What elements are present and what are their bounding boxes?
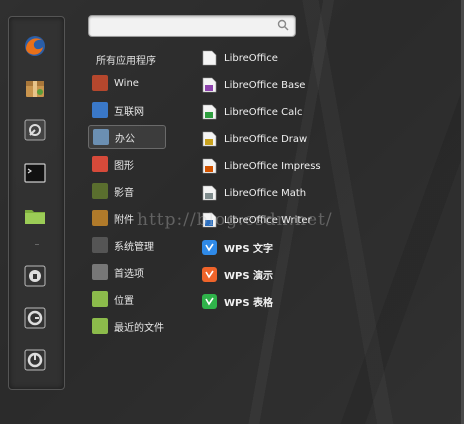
recent-files-icon	[92, 318, 108, 334]
terminal-icon[interactable]	[22, 160, 48, 186]
lock-screen-icon[interactable]	[22, 263, 48, 289]
category-label: 影音	[114, 187, 134, 199]
app-libreoffice-calc[interactable]: LibreOffice Calc	[202, 101, 352, 123]
category-label: 位置	[114, 295, 134, 307]
libreoffice-impress-icon	[202, 158, 217, 174]
favorites-panel	[8, 16, 65, 390]
app-wps-presentation[interactable]: WPS 演示	[202, 263, 352, 285]
category-office[interactable]: 办公	[88, 125, 166, 149]
system-admin-icon	[92, 237, 108, 253]
wps-spreadsheet-icon	[202, 294, 217, 309]
category-system-admin[interactable]: 系统管理	[88, 233, 166, 257]
category-places-folder[interactable]: 位置	[88, 287, 166, 311]
app-wps-writer[interactable]: WPS 文字	[202, 236, 352, 258]
places-folder-icon	[92, 291, 108, 307]
app-label: LibreOffice Impress	[224, 160, 321, 172]
accessories-icon	[92, 210, 108, 226]
app-libreoffice-math[interactable]: LibreOffice Math	[202, 182, 352, 204]
category-label: 首选项	[114, 268, 144, 280]
watermark-text: http://blog.csdn.net/	[137, 210, 333, 230]
app-libreoffice[interactable]: LibreOffice	[202, 47, 352, 69]
libreoffice-icon	[202, 50, 217, 66]
app-label: LibreOffice Base	[224, 79, 306, 91]
system-settings-icon[interactable]	[22, 117, 48, 143]
multimedia-icon	[92, 183, 108, 199]
office-icon	[93, 129, 109, 145]
search-icon	[277, 19, 289, 31]
preferences-icon	[92, 264, 108, 280]
app-label: LibreOffice	[224, 52, 278, 64]
category-label: 系统管理	[114, 241, 154, 253]
category-preferences[interactable]: 首选项	[88, 260, 166, 284]
shutdown-icon[interactable]	[22, 347, 48, 373]
wine-icon	[92, 75, 108, 91]
libreoffice-base-icon	[202, 77, 217, 93]
search-box[interactable]	[88, 15, 296, 37]
category-label: 办公	[115, 133, 135, 145]
software-manager-icon[interactable]	[22, 75, 48, 101]
internet-icon	[92, 102, 108, 118]
wps-presentation-icon	[202, 267, 217, 282]
category-label: 最近的文件	[114, 322, 164, 334]
category-wine[interactable]: Wine	[88, 71, 166, 95]
app-label: WPS 演示	[224, 270, 274, 282]
app-libreoffice-base[interactable]: LibreOffice Base	[202, 74, 352, 96]
app-wps-spreadsheet[interactable]: WPS 表格	[202, 290, 352, 312]
app-label: WPS 表格	[224, 297, 274, 309]
category-internet[interactable]: 互联网	[88, 98, 166, 122]
app-libreoffice-impress[interactable]: LibreOffice Impress	[202, 155, 352, 177]
home-folder-icon[interactable]	[22, 203, 48, 229]
app-label: LibreOffice Calc	[224, 106, 303, 118]
category-recent-files[interactable]: 最近的文件	[88, 314, 166, 338]
favorites-separator	[35, 244, 39, 245]
category-graphics[interactable]: 图形	[88, 152, 166, 176]
logout-icon[interactable]	[22, 305, 48, 331]
libreoffice-draw-icon	[202, 131, 217, 147]
category-label: Wine	[114, 77, 139, 89]
firefox-icon[interactable]	[22, 33, 48, 59]
app-label: WPS 文字	[224, 243, 274, 255]
libreoffice-math-icon	[202, 185, 217, 201]
category-label: 互联网	[114, 106, 144, 118]
app-label: LibreOffice Math	[224, 187, 307, 199]
app-libreoffice-draw[interactable]: LibreOffice Draw	[202, 128, 352, 150]
wps-writer-icon	[202, 240, 217, 255]
app-label: LibreOffice Draw	[224, 133, 308, 145]
libreoffice-calc-icon	[202, 104, 217, 120]
all-applications-category[interactable]: 所有应用程序	[96, 52, 156, 67]
search-input[interactable]	[89, 18, 281, 37]
category-label: 附件	[114, 214, 134, 226]
category-multimedia[interactable]: 影音	[88, 179, 166, 203]
category-label: 图形	[114, 160, 134, 172]
graphics-icon	[92, 156, 108, 172]
application-menu: 所有应用程序 Wine 互联网办公图形影音附件系统管理首选项位置最近的文件 Lib…	[0, 0, 464, 424]
